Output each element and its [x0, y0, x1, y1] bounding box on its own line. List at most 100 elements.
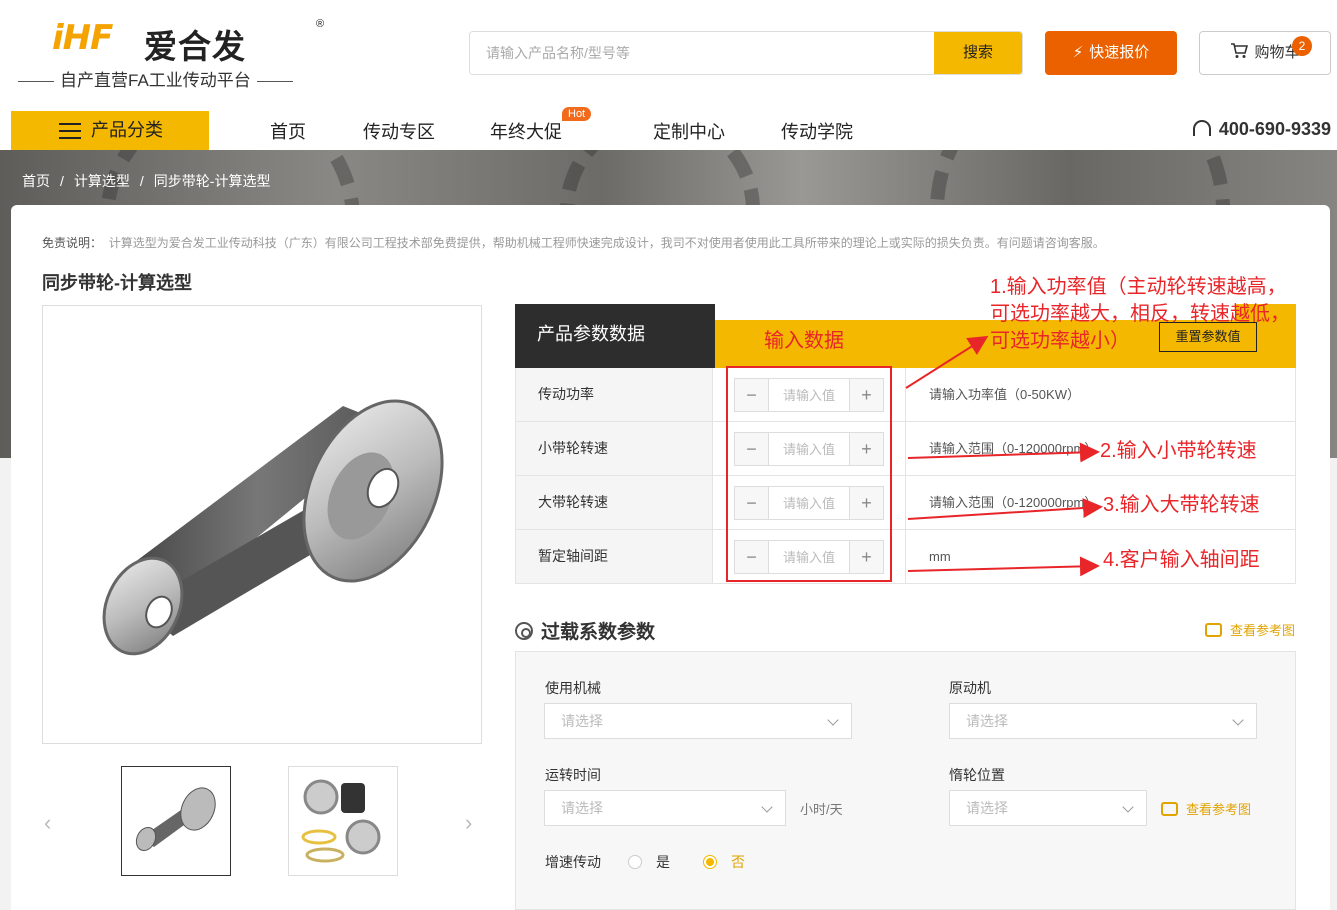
thumbnail-pulley-kit[interactable]	[288, 766, 398, 876]
params-title: 产品参数数据	[515, 304, 715, 368]
param-row-power: 传动功率 − + 请输入功率值（0-50KW）	[515, 368, 1296, 422]
quick-quote-label: 快速报价	[1089, 44, 1150, 61]
site-header: iHF 爱合发 ® 自产直营FA工业传动平台 搜索 ⚡ 快速报价 购物车 2 产品…	[0, 0, 1337, 150]
product-category-menu[interactable]: 产品分类	[11, 111, 209, 150]
chevron-left-icon[interactable]: ‹	[44, 810, 51, 836]
radio-no-label: 否	[731, 854, 745, 870]
cart-icon	[1231, 43, 1249, 58]
page-title: 同步带轮-计算选型	[42, 273, 192, 293]
view-reference-label: 查看参考图	[1230, 623, 1296, 638]
param-hint: 请输入功率值（0-50KW）	[929, 387, 1080, 402]
logo-cn: 爱合发	[144, 28, 246, 65]
chevron-down-icon	[761, 801, 773, 813]
overload-title-text: 过载系数参数	[541, 622, 656, 643]
cart-button[interactable]: 购物车 2	[1199, 31, 1331, 75]
product-category-label: 产品分类	[91, 120, 163, 140]
column-divider	[905, 368, 906, 421]
radio-circle	[628, 855, 642, 869]
product-main-image	[42, 305, 482, 744]
slogan-line-left	[18, 81, 54, 83]
belt-pulley-thumb-image	[135, 787, 216, 852]
speedup-label: 增速传动	[545, 854, 601, 870]
nav-item-transmission[interactable]: 传动专区	[363, 118, 435, 144]
annotation-step1-line2: 可选功率越大，相反，转速越低，	[990, 303, 1290, 325]
breadcrumb-calc[interactable]: 计算选型	[74, 173, 130, 189]
view-reference-label: 查看参考图	[1186, 802, 1252, 817]
radio-circle-selected	[703, 855, 717, 869]
param-label: 大带轮转速	[516, 476, 713, 529]
chevron-down-icon	[1122, 801, 1134, 813]
slogan-line-right	[256, 81, 293, 83]
column-divider	[905, 476, 906, 529]
nav-item-home[interactable]: 首页	[270, 118, 306, 144]
image-icon	[1161, 802, 1178, 816]
hotline-number: 400-690-9339	[1218, 119, 1331, 139]
idler-position-select-value: 请选择	[966, 800, 1008, 816]
disclaimer: 免责说明： 计算选型为爱合发工业传动科技（广东）有限公司工程技术部免费提供，帮助…	[42, 234, 1105, 251]
param-hint: mm	[929, 549, 951, 564]
logo[interactable]: iHF 爱合发 ®	[52, 18, 324, 65]
annotation-step4: 4.客户输入轴间距	[1103, 549, 1260, 571]
view-reference-link[interactable]: 查看参考图	[1205, 620, 1295, 639]
quick-quote-button[interactable]: ⚡ 快速报价	[1045, 31, 1177, 75]
cart-count-badge: 2	[1292, 36, 1312, 56]
annotation-step2: 2.输入小带轮转速	[1100, 440, 1257, 462]
runtime-label: 运转时间	[545, 767, 601, 783]
prime-mover-label: 原动机	[949, 680, 991, 696]
annotation-step3: 3.输入大带轮转速	[1103, 494, 1260, 516]
breadcrumb-current: 同步带轮-计算选型	[153, 173, 271, 189]
hot-badge: Hot	[562, 107, 592, 121]
logo-brand: iHF	[52, 18, 113, 58]
breadcrumb-separator: /	[60, 173, 64, 189]
image-icon	[1205, 623, 1222, 637]
param-label: 小带轮转速	[516, 422, 713, 475]
column-divider	[905, 422, 906, 475]
slogan-text: 自产直营FA工业传动平台	[60, 71, 251, 90]
runtime-select-value: 请选择	[561, 800, 603, 816]
disclaimer-label: 免责说明：	[42, 236, 103, 250]
radio-no[interactable]: 否	[703, 852, 745, 872]
annotation-step1-line1: 1.输入功率值（主动轮转速越高，	[990, 276, 1287, 298]
param-label: 传动功率	[516, 368, 713, 421]
annotation-input-box	[726, 366, 892, 582]
chevron-down-icon	[827, 714, 839, 726]
lightning-icon: ⚡	[1072, 44, 1084, 61]
prime-mover-select-value: 请选择	[966, 713, 1008, 729]
idler-position-label: 惰轮位置	[949, 767, 1005, 783]
machine-label: 使用机械	[545, 680, 601, 696]
param-label: 暂定轴间距	[516, 530, 713, 583]
runtime-select[interactable]: 请选择	[544, 790, 786, 826]
chevron-down-icon	[1232, 714, 1244, 726]
belt-pulley-image	[102, 399, 444, 656]
thumbnail-belt-pulley[interactable]	[121, 766, 231, 876]
breadcrumb-separator: /	[139, 173, 144, 189]
pulley-kit-thumb-image	[301, 779, 381, 863]
gear-icon	[515, 622, 533, 640]
annotation-step1-line3: 可选功率越小）	[990, 330, 1130, 352]
registered-mark: ®	[316, 18, 325, 30]
param-hint: 请输入范围（0-120000rpm）	[929, 441, 1098, 456]
breadcrumb: 首页 / 计算选型 / 同步带轮-计算选型	[22, 171, 270, 191]
hotline: 400-690-9339	[1192, 119, 1331, 140]
nav-item-year-end-sale[interactable]: 年终大促	[490, 118, 562, 144]
nav-item-custom-center[interactable]: 定制中心	[653, 118, 725, 144]
overload-title: 过载系数参数	[515, 617, 655, 644]
radio-yes-label: 是	[656, 854, 670, 870]
search-button[interactable]: 搜索	[934, 32, 1022, 74]
search-box: 搜索	[469, 31, 1023, 75]
nav-item-academy[interactable]: 传动学院	[781, 118, 853, 144]
view-reference-link-idler[interactable]: 查看参考图	[1161, 799, 1251, 818]
idler-position-select[interactable]: 请选择	[949, 790, 1147, 826]
machine-select-value: 请选择	[561, 713, 603, 729]
radio-yes[interactable]: 是	[628, 852, 670, 872]
prime-mover-select[interactable]: 请选择	[949, 703, 1257, 739]
chevron-right-icon[interactable]: ›	[465, 810, 472, 836]
disclaimer-text: 计算选型为爱合发工业传动科技（广东）有限公司工程技术部免费提供，帮助机械工程师快…	[108, 236, 1105, 250]
runtime-unit: 小时/天	[800, 802, 843, 817]
breadcrumb-home[interactable]: 首页	[22, 173, 50, 189]
search-input[interactable]	[470, 32, 936, 74]
list-icon	[59, 123, 81, 139]
machine-select[interactable]: 请选择	[544, 703, 852, 739]
column-divider	[905, 530, 906, 583]
annotation-input-data: 输入数据	[764, 330, 844, 352]
